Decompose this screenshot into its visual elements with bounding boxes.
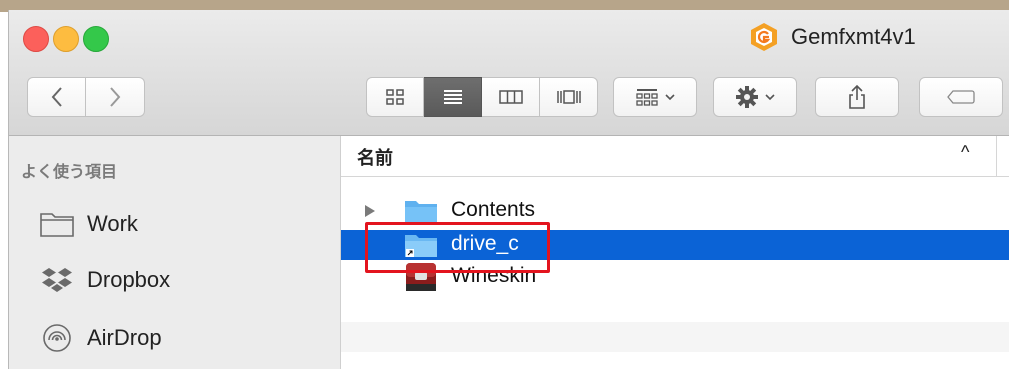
sidebar-item-work[interactable]: Work <box>39 204 329 244</box>
chevron-down-icon <box>665 94 675 101</box>
sidebar: よく使う項目 Work Dropbox AirDrop <box>9 136 341 369</box>
disclosure-triangle-icon[interactable] <box>363 204 377 218</box>
tag-icon <box>947 90 975 104</box>
list-item-label: Contents <box>451 198 536 221</box>
column-view-icon <box>498 90 523 104</box>
dropbox-icon <box>42 268 72 292</box>
highlight-annotation <box>365 222 550 273</box>
back-button[interactable] <box>27 77 86 117</box>
chevron-right-icon <box>110 87 121 107</box>
sidebar-item-dropbox[interactable]: Dropbox <box>39 260 329 300</box>
toolbar: Gemfxmt4v1 <box>9 10 1009 136</box>
airdrop-icon <box>43 324 71 352</box>
share-icon <box>849 84 865 109</box>
action-button[interactable] <box>713 77 797 117</box>
list-view-button[interactable] <box>424 77 482 117</box>
group-icon <box>636 89 658 106</box>
wineskin-app-icon <box>751 23 777 51</box>
cover-flow-icon <box>556 90 581 104</box>
forward-button[interactable] <box>86 77 145 117</box>
cover-flow-button[interactable] <box>540 77 598 117</box>
sidebar-heading-favorites: よく使う項目 <box>21 164 118 181</box>
sidebar-item-label: Dropbox <box>87 267 171 292</box>
nav-buttons <box>27 77 145 117</box>
column-divider[interactable] <box>996 136 997 176</box>
folder-icon <box>405 201 437 223</box>
folder-icon <box>40 213 74 237</box>
sort-indicator: ^ <box>961 142 970 162</box>
sidebar-item-airdrop[interactable]: AirDrop <box>39 318 329 358</box>
column-name-header[interactable]: 名前 <box>357 144 393 170</box>
sidebar-item-label: Work <box>87 211 138 236</box>
arrange-button[interactable] <box>613 77 697 117</box>
close-window-button[interactable] <box>23 26 49 52</box>
column-view-button[interactable] <box>482 77 540 117</box>
tag-button[interactable] <box>919 77 1003 117</box>
sidebar-item-label: AirDrop <box>87 325 162 350</box>
chevron-left-icon <box>51 87 62 107</box>
list-view-icon <box>443 90 462 104</box>
gear-icon <box>736 86 758 108</box>
icon-view-button[interactable] <box>366 77 424 117</box>
share-button[interactable] <box>815 77 899 117</box>
zoom-window-button[interactable] <box>83 26 109 52</box>
window-title: Gemfxmt4v1 <box>791 24 916 49</box>
column-header[interactable]: 名前 ^ <box>341 136 1009 177</box>
icon-view-icon <box>386 89 404 105</box>
chevron-down-icon <box>765 94 775 101</box>
empty-row <box>341 322 1009 352</box>
minimize-window-button[interactable] <box>53 26 79 52</box>
view-mode-control <box>366 77 598 117</box>
finder-window: Gemfxmt4v1 よく使う項目 Work Dropbox AirDrop 名… <box>8 10 1009 369</box>
